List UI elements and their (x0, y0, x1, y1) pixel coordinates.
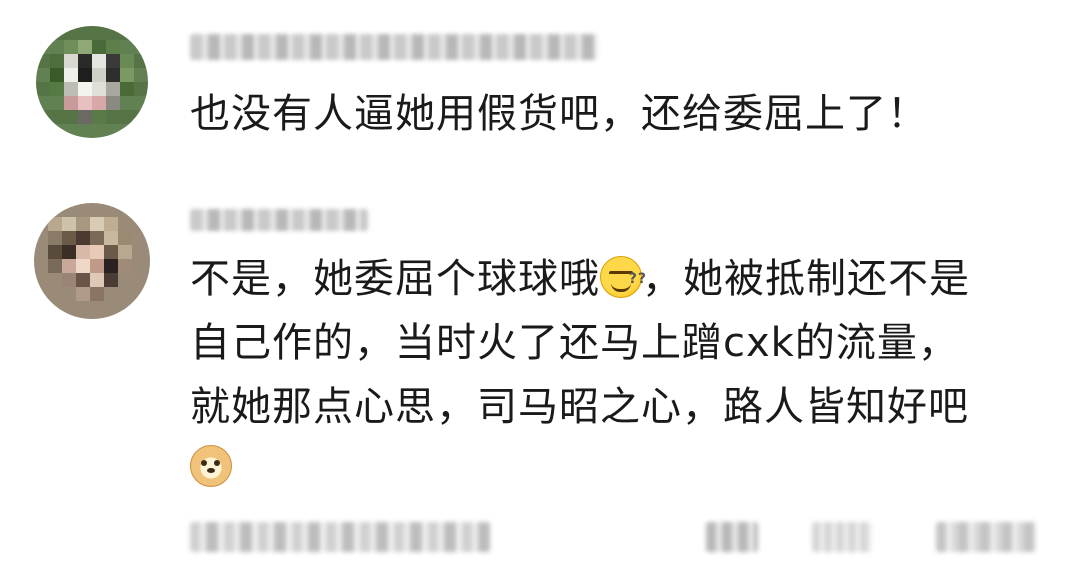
like-count-blurred[interactable] (936, 522, 1036, 552)
username-blurred[interactable] (190, 209, 368, 231)
comment-text-segment: ，她被抵制还不是 (642, 256, 970, 302)
comment-item: 不是，她委屈个球球哦?? ，她被抵制还不是 自己作的，当时火了还马上蹭cxk的流量… (0, 195, 1080, 505)
reply-icon-blurred[interactable] (706, 522, 758, 552)
comment-text-line: 就她那点心思，司马昭之心，路人皆知好吧 (190, 384, 969, 430)
comment-item: 也没有人逼她用假货吧，还给委屈上了！ (0, 20, 1080, 170)
comment-text-line: 自己作的，当时火了还马上蹭cxk的流量， (190, 320, 959, 366)
doge-emoji-icon (190, 445, 232, 487)
sweat-question-emoji-icon: ?? (600, 256, 646, 298)
avatar[interactable] (34, 203, 150, 319)
username-blurred[interactable] (190, 34, 598, 60)
footer-blurred-info (190, 522, 490, 552)
comment-text: 也没有人逼她用假货吧，还给委屈上了！ (190, 91, 928, 137)
share-icon-blurred[interactable] (812, 522, 872, 552)
comment-text-line: 不是，她委屈个球球哦?? ，她被抵制还不是 (190, 247, 970, 311)
avatar[interactable] (36, 26, 148, 138)
comment-text-segment: 不是，她委屈个球球哦 (190, 256, 600, 302)
